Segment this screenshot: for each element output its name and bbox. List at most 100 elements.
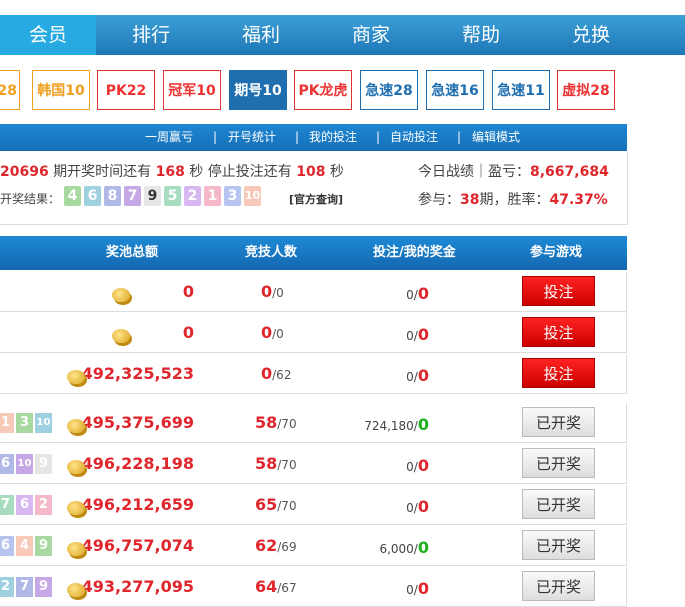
row-result-balls: 279 — [0, 577, 54, 597]
tab-korea10[interactable]: 韩国10 — [32, 70, 90, 110]
prize-pool: 493,277,095 — [81, 577, 194, 596]
nav-help[interactable]: 帮助 — [426, 15, 536, 55]
nav-ranking[interactable]: 排行 — [96, 15, 206, 55]
main-nav: 会员 排行 福利 商家 帮助 兑换 — [0, 15, 685, 55]
players-current: 58 — [255, 413, 278, 432]
bet-bonus: 0/0 — [406, 497, 429, 516]
my-bonus: 0 — [417, 366, 429, 385]
result-balls: 4 6 8 7 9 5 2 1 3 10 — [64, 186, 264, 208]
result-ball: 9 — [35, 536, 52, 556]
bet-amount: 0/ — [406, 288, 418, 302]
draw-seconds: 168 — [155, 164, 185, 180]
tab-speed11[interactable]: 急速11 — [492, 70, 550, 110]
result-ball: 3 — [224, 186, 241, 206]
subnav-sep: | — [295, 130, 300, 144]
result-ball: 3 — [16, 413, 33, 433]
drawn-button[interactable]: 已开奖 — [522, 407, 595, 437]
table-row: 0 0/0 0/0 投注 — [0, 272, 627, 312]
gold-coin-icon — [67, 419, 85, 433]
bet-button[interactable]: 投注 — [522, 317, 595, 347]
win-rate: 47.37% — [549, 192, 608, 208]
drawn-button[interactable]: 已开奖 — [522, 571, 595, 601]
drawn-button[interactable]: 已开奖 — [522, 489, 595, 519]
result-ball: 7 — [124, 186, 141, 206]
tab-issue10[interactable]: 期号10 — [229, 70, 287, 110]
bet-bonus: 0/0 — [406, 456, 429, 475]
drawn-button[interactable]: 已开奖 — [522, 530, 595, 560]
result-ball: 2 — [0, 577, 14, 597]
gold-coin-icon — [67, 460, 85, 474]
subnav-stats[interactable]: 开号统计 — [228, 124, 276, 151]
bet-bonus: 0/0 — [406, 366, 429, 385]
my-bonus: 0 — [417, 538, 429, 557]
row-result-balls: 649 — [0, 536, 54, 556]
bet-amount: 0/ — [406, 501, 418, 515]
tab-pk22[interactable]: PK22 — [97, 70, 155, 110]
col-players: 竞技人数 — [245, 245, 298, 260]
table-row: 7 6 2 496,212,659 65/70 0/0 已开奖 — [0, 485, 627, 525]
subnav-sep: | — [457, 130, 462, 144]
subnav-edit-mode[interactable]: 编辑模式 — [472, 124, 520, 151]
result-ball: 2 — [35, 495, 52, 515]
my-bonus: 0 — [417, 456, 429, 475]
result-ball: 10 — [35, 413, 52, 433]
nav-welfare[interactable]: 福利 — [206, 15, 316, 55]
table-row: 6 10 9 496,228,198 58/70 0/0 已开奖 — [0, 444, 627, 484]
bet-button[interactable]: 投注 — [522, 358, 595, 388]
result-ball: 2 — [184, 186, 201, 206]
subnav-weekly[interactable]: 一周赢亏 — [145, 124, 193, 151]
bet-amount: 0/ — [406, 370, 418, 384]
gold-coin-icon — [67, 501, 85, 515]
tab-speed16[interactable]: 急速16 — [426, 70, 484, 110]
player-count: 0/0 — [261, 323, 284, 342]
bet-amount: 0/ — [406, 583, 418, 597]
my-bonus: 0 — [417, 497, 429, 516]
subnav-sep: | — [213, 130, 218, 144]
players-current: 0 — [261, 323, 273, 342]
tab-speed28[interactable]: 急速28 — [360, 70, 418, 110]
gold-coin-icon — [67, 583, 85, 597]
row-result-balls: 762 — [0, 495, 54, 515]
gold-coin-icon — [112, 288, 130, 302]
gold-coin-icon — [112, 329, 130, 343]
official-query-link[interactable]: [官方查询] — [289, 191, 343, 207]
result-ball: 9 — [35, 454, 52, 474]
players-max: /67 — [277, 581, 297, 595]
players-current: 58 — [255, 454, 278, 473]
players-current: 62 — [255, 536, 278, 555]
prize-pool: 0 — [182, 282, 194, 301]
prize-pool: 0 — [182, 323, 194, 342]
tab-pk-dragon-tiger[interactable]: PK龙虎 — [294, 70, 352, 110]
join-count: 38 — [460, 192, 480, 208]
nav-member[interactable]: 会员 — [0, 15, 96, 55]
result-ball: 4 — [64, 186, 81, 206]
tab-virtual28[interactable]: 虚拟28 — [557, 70, 615, 110]
player-count: 0/0 — [261, 282, 284, 301]
prize-pool: 496,212,659 — [81, 495, 194, 514]
subnav-my-bets[interactable]: 我的投注 — [309, 124, 357, 151]
tab-champion10[interactable]: 冠军10 — [163, 70, 221, 110]
gold-coin-icon — [67, 370, 85, 384]
tab-28[interactable]: 28 — [0, 70, 20, 110]
result-label: 开奖结果： — [0, 192, 61, 206]
players-max: /62 — [272, 368, 292, 382]
subnav-auto-bet[interactable]: 自动投注 — [390, 124, 438, 151]
table-row: 0 0/0 0/0 投注 — [0, 313, 627, 353]
player-count: 58/70 — [255, 454, 297, 473]
row-result-balls: 1 3 10 — [0, 413, 54, 433]
result-ball: 1 — [204, 186, 221, 206]
nav-exchange[interactable]: 兑换 — [536, 15, 646, 55]
player-count: 64/67 — [255, 577, 297, 596]
prize-pool: 496,228,198 — [81, 454, 194, 473]
nav-merchant[interactable]: 商家 — [316, 15, 426, 55]
bet-bonus: 0/0 — [406, 579, 429, 598]
stop-seconds: 108 — [296, 164, 326, 180]
col-bet: 投注/我的奖金 — [373, 245, 456, 260]
my-bonus: 0 — [417, 284, 429, 303]
drawn-button[interactable]: 已开奖 — [522, 448, 595, 478]
result-ball: 5 — [164, 186, 181, 206]
result-ball: 9 — [144, 186, 161, 206]
bet-button[interactable]: 投注 — [522, 276, 595, 306]
prize-pool: 492,325,523 — [81, 364, 194, 383]
bet-amount: 0/ — [406, 329, 418, 343]
